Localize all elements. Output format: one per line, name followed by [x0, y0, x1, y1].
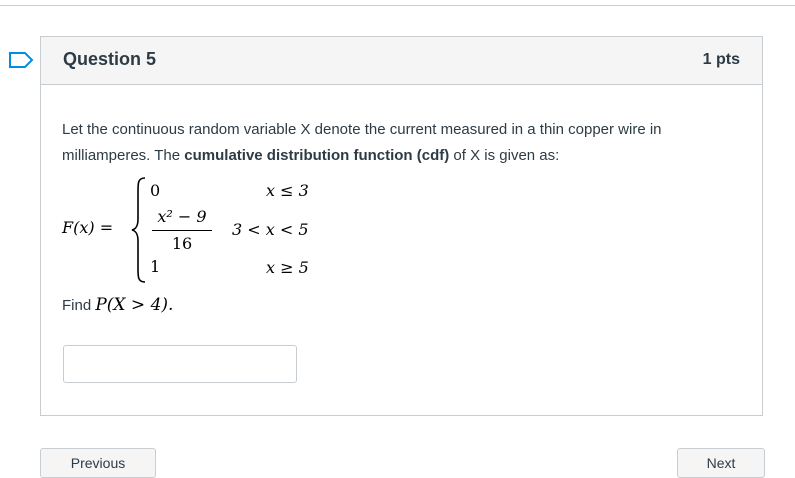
case2-condition: 3 < x < 5: [232, 220, 309, 239]
case2-fraction: x² − 9 16: [152, 207, 212, 253]
question-points: 1 pts: [702, 51, 740, 68]
top-divider: [0, 5, 795, 6]
case2-denominator: 16: [171, 234, 193, 253]
fraction-bar: [152, 230, 212, 231]
question-title: Question 5: [63, 49, 157, 69]
previous-button[interactable]: Previous: [40, 448, 156, 478]
prompt-text-2: of X is given as:: [449, 147, 560, 164]
find-expression: P(X > 4).: [95, 295, 174, 315]
prompt-bold-text: cumulative distribution function (cdf): [184, 147, 450, 164]
cdf-lhs: F(x) =: [62, 218, 113, 237]
cdf-formula: F(x) = 0 x ≤ 3 x² − 9 16 3 < x < 5 1 x ≥…: [62, 175, 362, 285]
question-prompt: Let the continuous random variable X den…: [62, 117, 752, 169]
question-header: Question 5 1 pts: [41, 37, 762, 85]
find-label: Find: [62, 297, 96, 314]
cdf-lhs-text: F(x) =: [62, 218, 114, 237]
left-brace-icon: [131, 177, 146, 283]
case2-numerator: x² − 9: [157, 207, 207, 226]
case3-condition: x ≥ 5: [266, 258, 309, 277]
case1-value: 0: [150, 181, 161, 200]
question-card: Question 5 1 pts Let the continuous rand…: [40, 36, 763, 416]
answer-input[interactable]: [63, 345, 297, 383]
case3-value: 1: [150, 257, 161, 276]
next-button[interactable]: Next: [677, 448, 765, 478]
find-instruction: Find P(X > 4).: [62, 295, 173, 315]
case1-condition: x ≤ 3: [266, 181, 309, 200]
flag-question-icon[interactable]: [8, 51, 34, 69]
